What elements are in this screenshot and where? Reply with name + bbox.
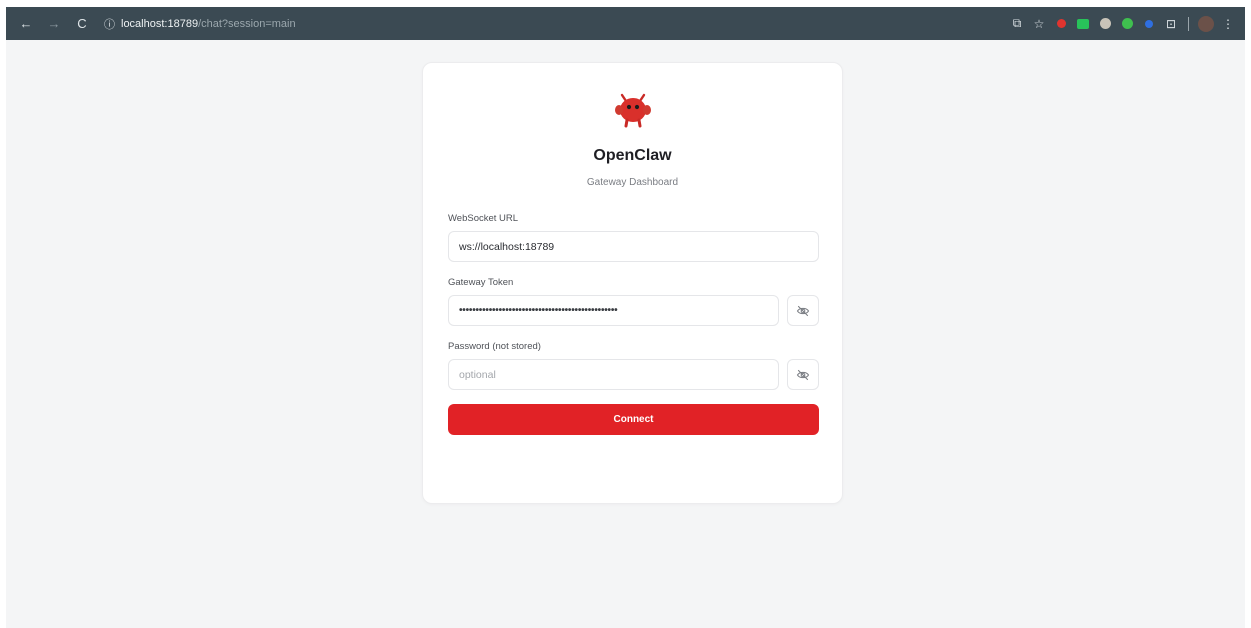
app-title: OpenClaw	[593, 147, 672, 164]
reload-icon[interactable]: C	[68, 7, 96, 40]
password-label: Password (not stored)	[448, 341, 541, 352]
websocket-url-label: WebSocket URL	[448, 213, 519, 224]
forward-icon[interactable]: →	[40, 7, 68, 40]
toolbar-divider	[1188, 16, 1189, 31]
address-bar[interactable]: ⓘ localhost:18789 /chat?session=main	[104, 16, 296, 32]
url-path: /chat?session=main	[198, 17, 296, 30]
page-background: OpenClaw Gateway Dashboard WebSocket URL…	[6, 40, 1245, 628]
cast-icon[interactable]: ⧉	[1006, 7, 1028, 40]
profile-avatar[interactable]	[1195, 7, 1217, 40]
browser-toolbar: ← → C ⓘ localhost:18789 /chat?session=ma…	[6, 7, 1245, 40]
eye-off-icon	[796, 305, 810, 316]
toolbar-actions: ⧉ ☆ ⊡ ⋮	[1006, 7, 1245, 40]
extension-blue-icon[interactable]	[1138, 7, 1160, 40]
site-info-icon[interactable]: ⓘ	[104, 16, 115, 32]
gateway-token-label: Gateway Token	[448, 277, 514, 288]
url-host: localhost:18789	[121, 17, 199, 30]
bookmark-star-icon[interactable]: ☆	[1028, 7, 1050, 40]
back-icon[interactable]: ←	[12, 7, 40, 40]
gateway-token-input[interactable]: ••••••••••••••••••••••••••••••••••••••••…	[448, 295, 779, 326]
password-input[interactable]: optional	[448, 359, 779, 390]
login-card: OpenClaw Gateway Dashboard WebSocket URL…	[422, 62, 843, 504]
extension-red-icon[interactable]	[1050, 7, 1072, 40]
extension-grammarly-icon[interactable]	[1116, 7, 1138, 40]
extension-oo-icon[interactable]	[1094, 7, 1116, 40]
extension-android-icon[interactable]	[1072, 7, 1094, 40]
extensions-puzzle-icon[interactable]: ⊡	[1160, 7, 1182, 40]
toggle-password-visibility-button[interactable]	[787, 359, 819, 390]
connect-button[interactable]: Connect	[448, 404, 819, 435]
websocket-url-input[interactable]: ws://localhost:18789	[448, 231, 819, 262]
app-subtitle: Gateway Dashboard	[586, 177, 679, 188]
openclaw-logo-icon	[615, 93, 651, 128]
eye-off-icon	[796, 369, 810, 380]
browser-menu-icon[interactable]: ⋮	[1217, 7, 1239, 40]
toggle-token-visibility-button[interactable]	[787, 295, 819, 326]
